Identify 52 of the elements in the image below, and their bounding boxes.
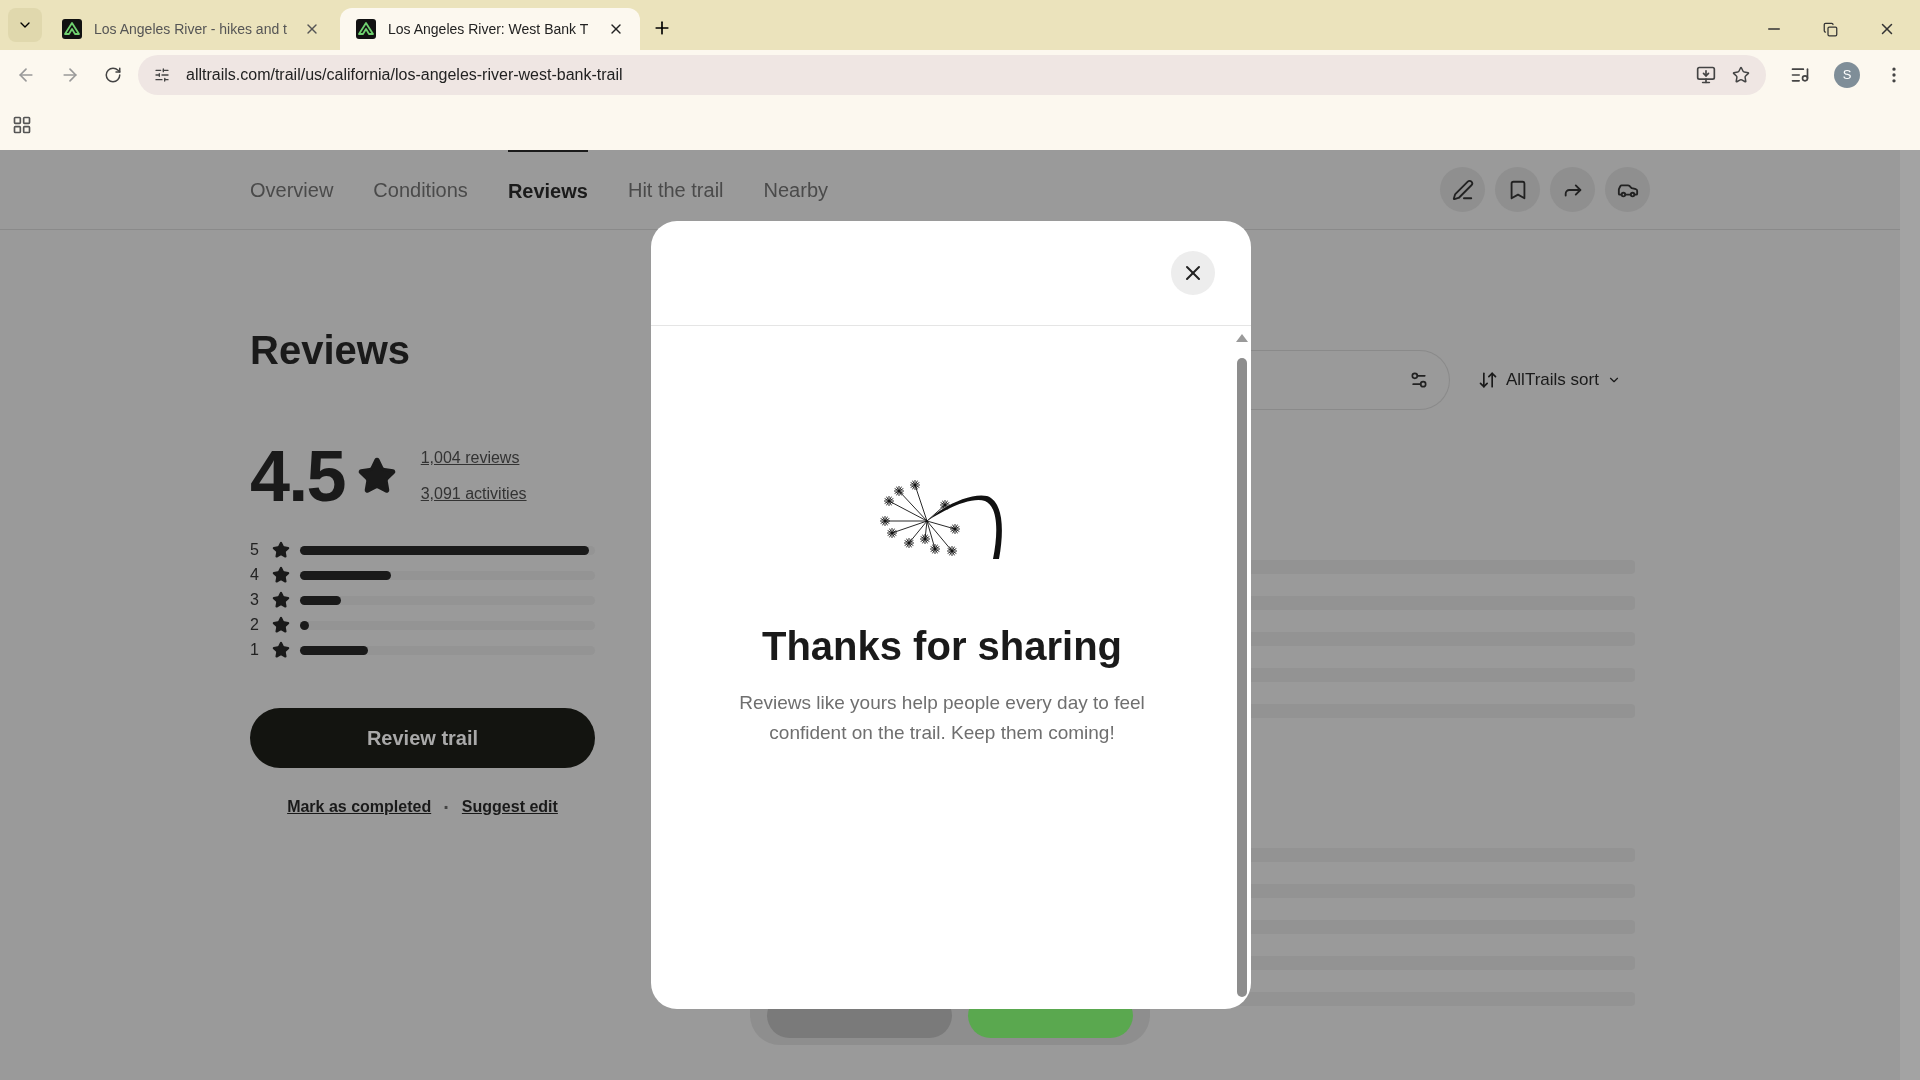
tab-title: Los Angeles River: West Bank T: [388, 19, 590, 39]
apps-icon[interactable]: [12, 115, 32, 135]
star-level-label: 1: [250, 640, 260, 660]
url-text: alltrails.com/trail/us/california/los-angeles-river-west-bank-trail: [186, 65, 624, 85]
media-icon[interactable]: [1790, 65, 1810, 85]
bookmark-star-icon[interactable]: [1732, 66, 1750, 84]
tab-title: Los Angeles River - hikes and t: [94, 19, 288, 39]
close-button[interactable]: [1171, 251, 1215, 295]
trail-logo-icon: [62, 19, 82, 39]
trail-logo-icon: [356, 19, 376, 39]
browser-tab[interactable]: Los Angeles River: West Bank T: [340, 8, 640, 50]
trail-nav-tab[interactable]: Reviews: [507, 149, 588, 230]
review-trail-button[interactable]: Review trail: [250, 708, 595, 768]
trail-nav-tab[interactable]: Conditions: [373, 149, 468, 230]
browser-tab[interactable]: Los Angeles River - hikes and t: [46, 8, 336, 50]
suggest-edit-link[interactable]: Suggest edit: [461, 795, 558, 819]
page-scrollbar[interactable]: [1900, 150, 1920, 1080]
reload-icon[interactable]: [104, 66, 122, 84]
profile-avatar[interactable]: S: [1834, 62, 1860, 88]
trail-nav-tab[interactable]: Hit the trail: [627, 149, 724, 230]
rating-value: 4.5: [250, 440, 345, 512]
car-icon[interactable]: [1605, 167, 1650, 212]
install-icon[interactable]: [1696, 65, 1716, 85]
activities-count-link[interactable]: 3,091 activities: [420, 482, 527, 506]
star-icon: [272, 591, 290, 609]
star-level-label: 2: [250, 615, 260, 635]
restore-icon[interactable]: [1823, 21, 1838, 37]
bookmark-icon[interactable]: [1495, 167, 1540, 212]
trail-nav-tab[interactable]: Overview: [250, 149, 334, 230]
mark-completed-link[interactable]: Mark as completed: [287, 795, 432, 819]
star-level-label: 3: [250, 590, 260, 610]
site-info-icon[interactable]: [154, 67, 170, 83]
star-icon: [272, 566, 290, 584]
tab-list-button[interactable]: [8, 8, 42, 42]
reviews-count-link[interactable]: 1,004 reviews: [420, 446, 527, 470]
sort-icon: [1478, 370, 1498, 390]
star-icon: [272, 541, 290, 559]
reviews-heading: Reviews: [250, 330, 412, 370]
dialog-message: Reviews like yours help people every day to feel confident on the trail. Keep them coming!: [738, 691, 1146, 745]
share-icon[interactable]: [1550, 167, 1595, 212]
link-separator: ·: [443, 795, 450, 820]
address-bar[interactable]: alltrails.com/trail/us/california/los-angeles-river-west-bank-trail: [138, 55, 1766, 95]
trail-nav-tab[interactable]: Nearby: [763, 149, 828, 230]
star-level-label: 4: [250, 565, 260, 585]
sort-dropdown[interactable]: AllTrails sort: [1478, 367, 1621, 393]
star-icon: [272, 616, 290, 634]
review-icon[interactable]: [1440, 167, 1485, 212]
dialog-title: Thanks for sharing: [761, 623, 1123, 670]
star-icon: [272, 641, 290, 659]
star-level-label: 5: [250, 540, 260, 560]
filter-icon[interactable]: [1409, 370, 1429, 390]
star-icon: [356, 456, 397, 496]
